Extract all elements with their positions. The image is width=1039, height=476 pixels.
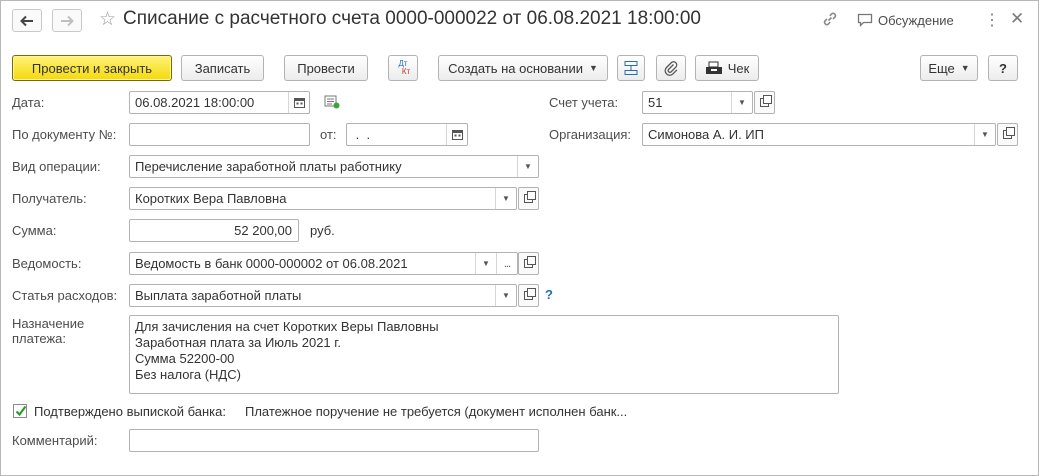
purpose-line: Сумма 52200-00 — [135, 351, 235, 366]
doc-from-label: от: — [320, 127, 337, 142]
structure-icon — [624, 61, 638, 75]
post-button[interactable]: Провести — [284, 55, 368, 81]
chevron-down-icon[interactable]: ▼ — [495, 285, 516, 306]
purpose-label-line2: платежа: — [12, 331, 66, 346]
operation-type-value: Перечисление заработной платы работнику — [135, 159, 402, 174]
paperclip-icon — [664, 61, 678, 76]
discussion-link[interactable]: Обсуждение — [878, 13, 954, 28]
chevron-down-icon[interactable]: ▼ — [475, 253, 496, 274]
structure-button[interactable] — [617, 55, 645, 81]
arrow-right-icon — [61, 15, 74, 26]
statement-value: Ведомость в банк 0000-000002 от 06.08.20… — [135, 256, 408, 271]
doc-from-value: . . — [352, 127, 385, 142]
receipt-label: Чек — [727, 60, 750, 76]
expense-item-field[interactable]: Выплата заработной платы ▼ — [129, 284, 517, 307]
star-icon[interactable]: ☆ — [99, 8, 116, 31]
save-button[interactable]: Записать — [181, 55, 264, 81]
doc-number-label: По документу №: — [12, 127, 117, 142]
date-field[interactable]: 06.08.2021 18:00:00 — [129, 91, 310, 114]
more-button[interactable]: Еще ▼ — [920, 55, 978, 81]
calendar-icon[interactable] — [288, 92, 309, 113]
create-based-on-button[interactable]: Создать на основании ▼ — [438, 55, 608, 81]
open-icon — [524, 191, 536, 203]
amount-field[interactable]: 52 200,00 — [129, 219, 299, 242]
post-and-close-button[interactable]: Провести и закрыть — [12, 55, 172, 81]
receipt-button[interactable]: Чек — [695, 55, 759, 81]
open-icon — [1003, 127, 1015, 139]
more-label: Еще — [928, 60, 955, 76]
history-icon[interactable] — [324, 95, 340, 112]
purpose-line: Без налога (НДС) — [135, 367, 241, 382]
statement-label: Ведомость: — [12, 256, 82, 271]
chevron-down-icon[interactable]: ▼ — [495, 188, 516, 209]
kt-label: Кт — [401, 67, 411, 76]
chevron-down-icon: ▼ — [588, 63, 598, 73]
operation-type-label: Вид операции: — [12, 159, 101, 174]
link-icon[interactable] — [822, 11, 838, 31]
calendar-icon[interactable] — [446, 124, 467, 145]
create-based-on-label: Создать на основании — [448, 60, 583, 76]
expense-item-label: Статья расходов: — [12, 288, 118, 303]
expense-item-help-icon[interactable]: ? — [545, 287, 553, 302]
date-value: 06.08.2021 18:00:00 — [135, 95, 255, 110]
amount-label: Сумма: — [12, 223, 57, 238]
organization-value: Симонова А. И. ИП — [648, 127, 764, 142]
page-title: Списание с расчетного счета 0000-000022 … — [123, 8, 701, 29]
open-icon — [760, 95, 772, 107]
dt-kt-button[interactable]: Дт Кт — [388, 55, 418, 81]
chevron-down-icon: ▼ — [960, 63, 970, 73]
back-button[interactable] — [12, 9, 42, 32]
organization-label: Организация: — [549, 127, 632, 142]
account-value: 51 — [648, 95, 663, 110]
purpose-label-line1: Назначение — [12, 316, 85, 331]
statement-open-button[interactable] — [518, 252, 539, 275]
help-button[interactable]: ? — [988, 55, 1018, 81]
open-icon — [524, 288, 536, 300]
comment-field[interactable] — [129, 429, 539, 452]
bank-confirmed-label: Подтверждено выпиской банка: — [34, 404, 226, 419]
account-label: Счет учета: — [549, 95, 619, 110]
account-open-button[interactable] — [754, 91, 775, 114]
select-ellipsis-button[interactable]: ... — [496, 253, 517, 274]
recipient-open-button[interactable] — [518, 187, 539, 210]
doc-number-field[interactable] — [129, 123, 310, 146]
purpose-line: Для зачисления на счет Коротких Веры Пав… — [135, 319, 439, 334]
bank-confirmed-info: Платежное поручение не требуется (докуме… — [245, 404, 628, 419]
purpose-line: Заработная плата за Июль 2021 г. — [135, 335, 342, 350]
recipient-label: Получатель: — [12, 191, 87, 206]
recipient-value: Коротких Вера Павловна — [135, 191, 287, 206]
organization-field[interactable]: Симонова А. И. ИП ▼ — [642, 123, 996, 146]
chevron-down-icon[interactable]: ▼ — [974, 124, 995, 145]
operation-type-select[interactable]: Перечисление заработной платы работнику … — [129, 155, 539, 178]
kebab-icon[interactable]: ⋮ — [984, 10, 1000, 30]
organization-open-button[interactable] — [997, 123, 1018, 146]
statement-field[interactable]: Ведомость в банк 0000-000002 от 06.08.20… — [129, 252, 518, 275]
date-label: Дата: — [12, 95, 45, 110]
cash-register-icon — [705, 61, 722, 74]
currency-label: руб. — [310, 223, 335, 238]
chevron-down-icon[interactable]: ▼ — [517, 156, 538, 177]
forward-button[interactable] — [52, 9, 82, 32]
bank-confirmed-checkbox[interactable] — [13, 404, 27, 418]
expense-item-open-button[interactable] — [518, 284, 539, 307]
payment-purpose-textarea[interactable]: Для зачисления на счет Коротких Веры Пав… — [129, 315, 839, 394]
comment-label: Комментарий: — [12, 433, 98, 448]
amount-value: 52 200,00 — [234, 223, 292, 238]
speech-bubble-icon — [857, 13, 873, 31]
doc-from-date-field[interactable]: . . — [346, 123, 468, 146]
account-field[interactable]: 51 ▼ — [642, 91, 753, 114]
open-icon — [524, 256, 536, 268]
checkmark-icon — [15, 405, 26, 417]
chevron-down-icon[interactable]: ▼ — [731, 92, 752, 113]
arrow-left-icon — [20, 15, 33, 26]
expense-item-value: Выплата заработной платы — [135, 288, 302, 303]
close-icon[interactable]: ✕ — [1010, 9, 1024, 29]
attach-button[interactable] — [656, 55, 686, 81]
recipient-field[interactable]: Коротких Вера Павловна ▼ — [129, 187, 517, 210]
